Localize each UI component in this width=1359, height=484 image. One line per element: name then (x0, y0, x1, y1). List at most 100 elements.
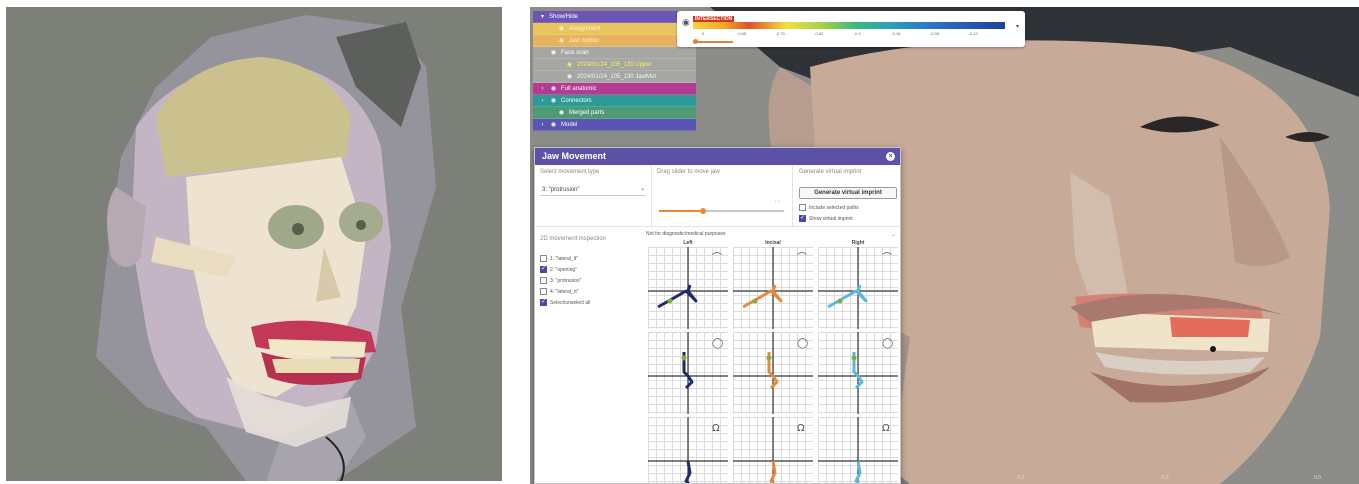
colorbar-tick: 0 (701, 31, 705, 36)
column-left-heading: Left (683, 240, 693, 246)
eye-icon[interactable]: ◉ (550, 95, 557, 107)
generate-imprint-button[interactable]: Generate virtual imprint (799, 187, 897, 199)
colorbar-tick: -0.9 (853, 31, 861, 36)
trajectory-path (657, 284, 698, 309)
colorbar-gradient (693, 22, 1005, 29)
tooth-icon: ⌒ (712, 252, 722, 264)
movement-checkbox[interactable]: 3: "protrusion" (540, 277, 581, 284)
right-app-view[interactable]: ▾ Show/Hide ? ◉ Assignment ◉ Jaw motion ◉ Fac… (530, 7, 1359, 484)
tree-item-label: 2024/01/24_105_130 JawMot (577, 73, 657, 80)
tooth-icon: ◯ (712, 338, 723, 349)
include-paths-checkbox[interactable]: Include selected paths (799, 204, 859, 211)
reference-point (752, 298, 758, 304)
close-icon[interactable]: × (886, 152, 895, 161)
show-hide-panel: ▾ Show/Hide ? ◉ Assignment ◉ Jaw motion ◉ Fac… (533, 11, 696, 131)
tree-item-label: Full anatomic (561, 85, 597, 92)
eye-icon[interactable]: ◉ (550, 83, 557, 95)
reference-point (837, 298, 843, 304)
movement-checkbox[interactable]: ✓ Select/unselect all (540, 299, 590, 306)
tree-item[interactable]: ◉ Jaw motion (533, 35, 696, 47)
tree-item-label: Face scan (561, 49, 589, 56)
trajectory-grid: Not for diagnostic/medical purposes ⌄ Le… (646, 227, 900, 483)
tree-item[interactable]: ◉ 2024/01/24_105_130 Upper (533, 59, 696, 71)
movement-type-value: 3: "protrusion" (542, 187, 580, 193)
trajectory-plot: Ω (733, 417, 813, 483)
trajectory-path (827, 284, 868, 309)
tree-item[interactable]: ◉ 2024/01/24_105_130 JawMot (533, 71, 696, 83)
eye-icon[interactable]: ◉ (558, 107, 565, 119)
movement-type-select[interactable]: 3: "protrusion" ▾ (540, 184, 646, 196)
show-imprint-checkbox[interactable]: ✓ Show virtual imprint (799, 215, 853, 222)
movement-label: 3: "protrusion" (550, 277, 582, 284)
eye-icon[interactable]: ◉ (566, 59, 573, 71)
visibility-icon[interactable]: ◉ (682, 17, 690, 28)
tree-item[interactable]: › ◉ Connectors (533, 95, 696, 107)
trajectory-plot: ◯ (818, 332, 898, 414)
trajectory-plot: Ω (818, 417, 898, 483)
tree-item-label: Jaw motion (569, 37, 600, 44)
column-incisal-heading: Incisal (765, 240, 781, 246)
tree-item[interactable]: ◉ Assignment (533, 23, 696, 35)
tooth-icon: ◯ (797, 338, 808, 349)
trajectory-plot: ⌒ (733, 247, 813, 329)
tree-item-label: Assignment (569, 25, 601, 32)
reference-point (681, 355, 687, 361)
tooth-icon: Ω (712, 423, 720, 434)
eye-icon[interactable]: ◉ (550, 119, 557, 131)
checkbox-icon (799, 204, 806, 211)
colorbar-tick: -0.35 (929, 31, 939, 36)
chevron-right-icon[interactable]: › (539, 95, 546, 107)
tooth-icon: Ω (797, 423, 805, 434)
movement-checkbox[interactable]: 4: "lateral_rt" (540, 288, 579, 295)
tooth-icon: ◯ (882, 338, 893, 349)
tooth-icon: Ω (882, 423, 890, 434)
trajectory-plot: ◯ (648, 332, 728, 414)
eye-icon[interactable]: ◉ (566, 71, 573, 83)
column-right-heading: Right (851, 240, 865, 246)
chevron-down-icon[interactable]: ⌄ (891, 231, 896, 238)
threshold-slider[interactable] (693, 39, 733, 44)
colorbar-tick: -0.75 (775, 31, 785, 36)
tree-item-label: Model (561, 121, 578, 128)
axis-tick: -0.3 (1160, 475, 1169, 481)
select-movement-label: Select movement type (540, 169, 600, 175)
tree-item[interactable]: ◉ Face scan (533, 47, 696, 59)
chevron-right-icon[interactable]: › (539, 119, 546, 131)
checkbox-icon (540, 255, 547, 262)
trajectory-path (684, 460, 692, 483)
tooth-icon: ⌒ (797, 252, 807, 264)
show-hide-header[interactable]: ▾ Show/Hide ? (533, 11, 696, 23)
trajectory-path (854, 460, 862, 483)
checkbox-icon (540, 288, 547, 295)
chevron-right-icon[interactable]: › (539, 83, 546, 95)
eye-icon[interactable]: ◉ (558, 35, 565, 47)
movement-checkbox[interactable]: 1: "lateral_lt" (540, 255, 578, 262)
divider (651, 165, 652, 227)
disclaimer-text: Not for diagnostic/medical purposes (646, 231, 726, 237)
eye-icon[interactable]: ◉ (550, 47, 557, 59)
tree-item[interactable]: › ◉ Full anatomic (533, 83, 696, 95)
trajectory-plot: ◯ (733, 332, 813, 414)
tooth-icon: ⌒ (882, 252, 892, 264)
jaw-slider-knob[interactable] (699, 208, 706, 214)
left-3d-viewport[interactable] (6, 7, 502, 481)
chevron-down-icon[interactable]: ▾ (539, 11, 546, 23)
tree-item-label: Connectors (561, 97, 592, 104)
reference-point (766, 355, 772, 361)
trajectory-path (742, 284, 783, 309)
checkbox-checked-icon: ✓ (540, 266, 547, 273)
tree-item[interactable]: › ◉ Model (533, 119, 696, 131)
inspection-label: 2D movement inspection (540, 236, 607, 242)
skull-face-render (96, 15, 436, 481)
reference-point (667, 298, 673, 304)
eye-icon[interactable]: ◉ (558, 23, 565, 35)
tree-item[interactable]: ◉ Merged parts (533, 107, 696, 119)
tree-items: ◉ Assignment ◉ Jaw motion ◉ Face scan ◉ 2024/01… (533, 23, 696, 131)
chevron-down-icon[interactable]: ▾ (1016, 23, 1019, 30)
movement-checkbox[interactable]: ✓ 2: "opening" (540, 266, 577, 273)
colorbar-tick: -0.82 (814, 31, 824, 36)
movement-label: 2: "opening" (550, 266, 577, 273)
chevron-down-icon: ▾ (641, 187, 644, 193)
colorbar-ticks: 0 -0.65 -0.75 -0.82 -0.9 -0.16 -0.35 -0.12 (693, 31, 1005, 37)
jaw-slider[interactable] (659, 208, 784, 214)
